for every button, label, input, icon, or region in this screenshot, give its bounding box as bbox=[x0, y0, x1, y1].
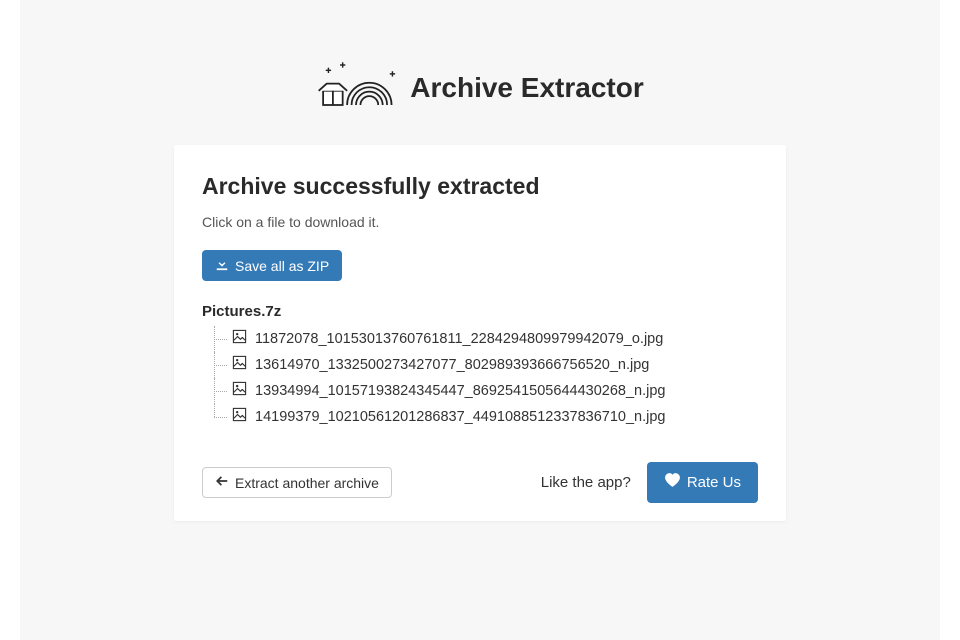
rate-us-label: Rate Us bbox=[687, 474, 741, 491]
like-area: Like the app? Rate Us bbox=[541, 462, 758, 503]
image-file-icon bbox=[232, 407, 247, 427]
page-container: Archive Extractor Archive successfully e… bbox=[20, 0, 940, 640]
card-footer: Extract another archive Like the app? Ra… bbox=[202, 462, 758, 503]
file-item[interactable]: 11872078_10153013760761811_2284294809979… bbox=[214, 326, 758, 352]
file-name[interactable]: 14199379_10210561201286837_4491088512337… bbox=[255, 409, 665, 425]
image-file-icon bbox=[232, 355, 247, 375]
file-name[interactable]: 13934994_10157193824345447_8692541505644… bbox=[255, 383, 665, 399]
save-zip-row: Save all as ZIP bbox=[202, 250, 758, 281]
file-name[interactable]: 13614970_1332500273427077_80298939366675… bbox=[255, 357, 649, 373]
card-title: Archive successfully extracted bbox=[202, 173, 758, 200]
file-name[interactable]: 11872078_10153013760761811_2284294809979… bbox=[255, 331, 663, 347]
file-item[interactable]: 14199379_10210561201286837_4491088512337… bbox=[214, 404, 758, 430]
image-file-icon bbox=[232, 381, 247, 401]
rate-us-button[interactable]: Rate Us bbox=[647, 462, 758, 503]
file-tree: 11872078_10153013760761811_2284294809979… bbox=[214, 326, 758, 430]
file-item[interactable]: 13934994_10157193824345447_8692541505644… bbox=[214, 378, 758, 404]
card-subtitle: Click on a file to download it. bbox=[202, 214, 758, 230]
heart-icon bbox=[664, 472, 681, 493]
rainbow-box-icon bbox=[316, 60, 396, 115]
download-icon bbox=[215, 257, 229, 274]
app-title: Archive Extractor bbox=[410, 72, 643, 104]
arrow-left-icon bbox=[215, 474, 229, 491]
extract-another-button[interactable]: Extract another archive bbox=[202, 467, 392, 498]
app-header: Archive Extractor bbox=[20, 60, 940, 115]
save-all-zip-label: Save all as ZIP bbox=[235, 258, 329, 274]
extract-another-label: Extract another archive bbox=[235, 475, 379, 491]
main-card: Archive successfully extracted Click on … bbox=[174, 145, 786, 521]
archive-name: Pictures.7z bbox=[202, 303, 758, 320]
image-file-icon bbox=[232, 329, 247, 349]
file-item[interactable]: 13614970_1332500273427077_80298939366675… bbox=[214, 352, 758, 378]
like-text: Like the app? bbox=[541, 474, 631, 491]
save-all-zip-button[interactable]: Save all as ZIP bbox=[202, 250, 342, 281]
